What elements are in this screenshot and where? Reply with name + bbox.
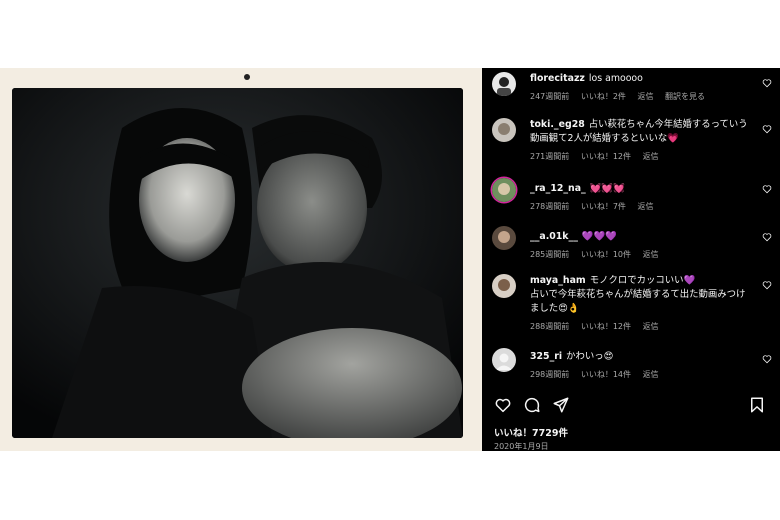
heart-icon[interactable] (762, 280, 772, 290)
avatar[interactable] (492, 178, 516, 202)
comment-emoji: 😍 (603, 351, 614, 362)
post-action-bar (494, 396, 766, 414)
avatar[interactable] (492, 274, 516, 298)
comment-icon[interactable] (523, 396, 541, 414)
avatar[interactable] (492, 226, 516, 250)
reply-button[interactable]: 返信 (643, 250, 659, 259)
pin-icon (244, 74, 250, 80)
post-date: 2020年1月9日 (494, 442, 549, 451)
comment-likes[interactable]: いいね！10件 (581, 250, 631, 259)
comment-emoji: 💜 (683, 275, 696, 286)
comment-emoji: 💜💜💜 (581, 231, 617, 242)
comments-panel: florecitazz los amoooo 247週間前 いいね！2件 返信 翻… (482, 68, 780, 451)
reply-button[interactable]: 返信 (643, 322, 659, 331)
monochrome-photo-illustration (12, 88, 463, 438)
comment-likes[interactable]: いいね！12件 (581, 152, 631, 161)
comment-emoji: 💗 (667, 133, 679, 144)
post-photo-frame (0, 68, 482, 451)
comment-time[interactable]: 247週間前 (530, 92, 569, 101)
heart-icon[interactable] (762, 78, 772, 88)
comment-time[interactable]: 298週間前 (530, 370, 569, 379)
comment-time[interactable]: 285週間前 (530, 250, 569, 259)
comment-emoji: 💓💓💓 (589, 183, 625, 194)
reply-button[interactable]: 返信 (637, 92, 653, 101)
reply-button[interactable]: 返信 (637, 202, 653, 211)
comment-time[interactable]: 278週間前 (530, 202, 569, 211)
heart-icon[interactable] (762, 232, 772, 242)
reply-button[interactable]: 返信 (643, 370, 659, 379)
reply-button[interactable]: 返信 (643, 152, 659, 161)
bookmark-icon[interactable] (748, 396, 766, 414)
avatar[interactable] (492, 118, 516, 142)
heart-icon[interactable] (762, 354, 772, 364)
comment-likes[interactable]: いいね！2件 (581, 92, 626, 101)
comment-username[interactable]: florecitazz (530, 73, 585, 84)
comment-likes[interactable]: いいね！7件 (581, 202, 626, 211)
instagram-post: florecitazz los amoooo 247週間前 いいね！2件 返信 翻… (0, 68, 780, 451)
comment-username[interactable]: 325_ri (530, 351, 562, 362)
comment-username[interactable]: toki._eg28 (530, 119, 585, 130)
comment-text: los amoooo (588, 73, 643, 84)
heart-icon[interactable] (494, 396, 512, 414)
comment-text: かわいっ (566, 351, 604, 362)
comment-likes[interactable]: いいね！14件 (581, 370, 631, 379)
comment-emoji: 😍👌 (558, 303, 580, 314)
avatar[interactable] (492, 72, 516, 96)
heart-icon[interactable] (762, 124, 772, 134)
like-count[interactable]: いいね！7729件 (494, 425, 568, 439)
share-icon[interactable] (552, 396, 570, 414)
comment-time[interactable]: 288週間前 (530, 322, 569, 331)
avatar[interactable] (492, 348, 516, 372)
comment-time[interactable]: 271週間前 (530, 152, 569, 161)
comment-username[interactable]: _ra_12_na_ (530, 183, 586, 194)
comment-text: モノクロでカッコいい (589, 275, 684, 286)
comment-username[interactable]: maya_ham (530, 275, 586, 286)
translate-button[interactable]: 翻訳を見る (665, 92, 705, 101)
post-photo[interactable] (12, 88, 463, 438)
comment-likes[interactable]: いいね！12件 (581, 322, 631, 331)
comment-username[interactable]: __a.01k__ (530, 231, 578, 242)
heart-icon[interactable] (762, 184, 772, 194)
